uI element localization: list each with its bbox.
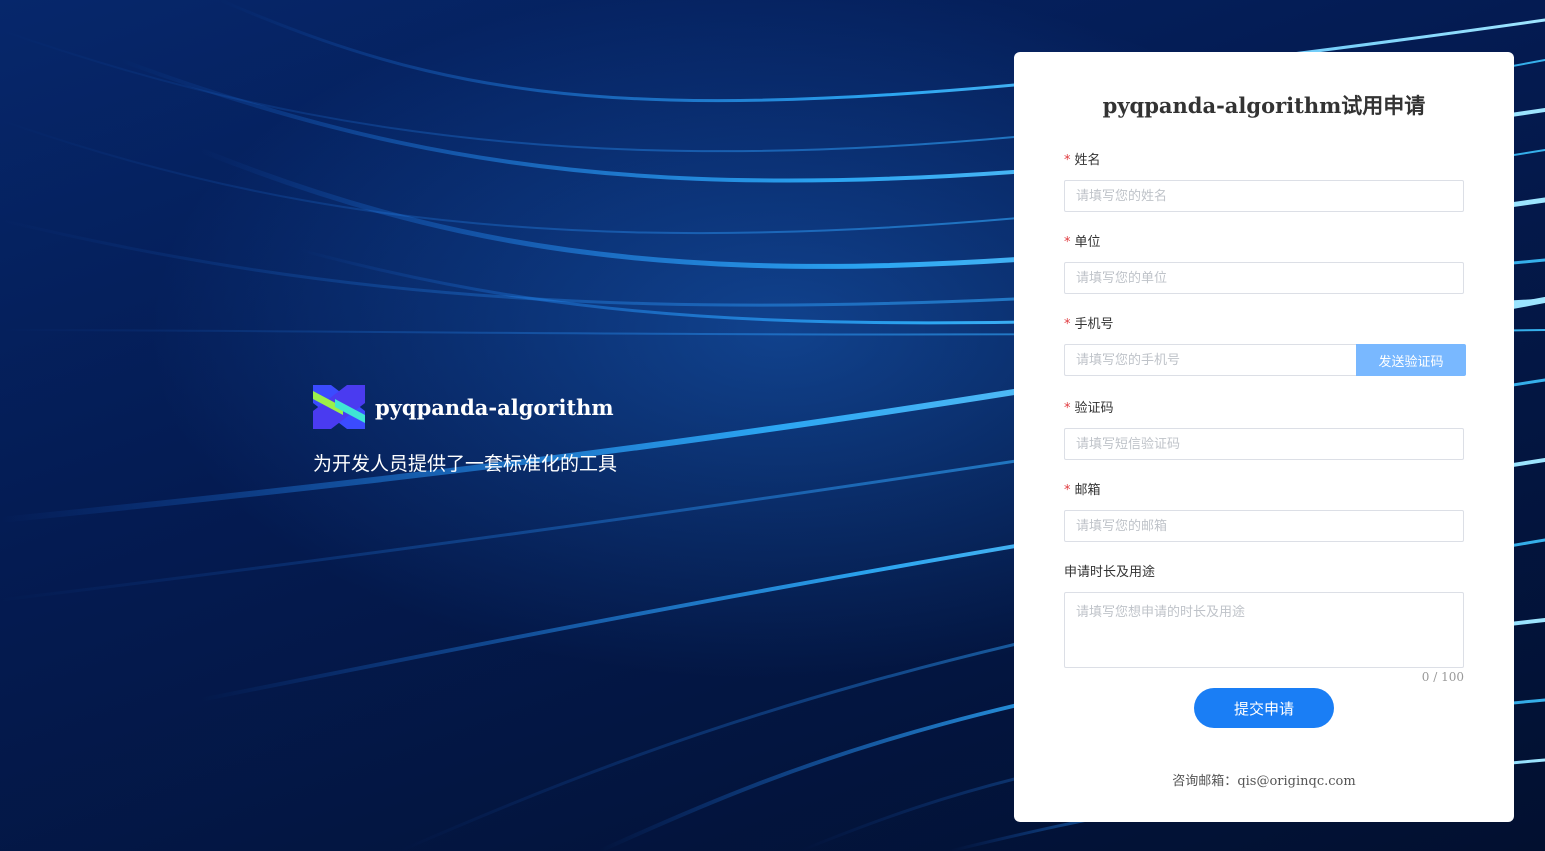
form-title: pyqpanda-algorithm试用申请 — [1102, 93, 1426, 118]
submit-button[interactable]: 提交申请 — [1194, 688, 1334, 728]
code-label: * 验证码 — [1064, 401, 1114, 416]
org-input[interactable] — [1064, 262, 1464, 294]
org-label: * 单位 — [1064, 235, 1101, 250]
phone-field: *手机号 发送验证码 — [1064, 316, 1466, 376]
required-mark: * — [1064, 401, 1071, 416]
purpose-label: 申请时长及用途 — [1064, 565, 1156, 580]
contact-email: qis@originqc.com — [1237, 774, 1356, 789]
phone-input[interactable] — [1064, 344, 1356, 376]
contact-info: 咨询邮箱：qis@originqc.com — [1014, 770, 1514, 789]
contact-prefix: 咨询邮箱： — [1172, 774, 1238, 789]
brand-logo-icon — [313, 385, 365, 429]
char-counter: 0 / 100 — [1421, 670, 1464, 684]
code-input[interactable] — [1064, 428, 1464, 460]
required-mark: * — [1064, 153, 1071, 168]
brand-tagline: 为开发人员提供了一套标准化的工具 — [313, 453, 618, 475]
name-label: * 姓名 — [1064, 153, 1101, 168]
required-mark: * — [1064, 317, 1071, 332]
purpose-textarea[interactable] — [1064, 592, 1464, 668]
name-field: * 姓名 — [1064, 152, 1464, 212]
code-field: * 验证码 — [1064, 400, 1464, 460]
brand-block: pyqpanda-algorithm 为开发人员提供了一套标准化的工具 — [313, 385, 617, 476]
email-label: * 邮箱 — [1064, 483, 1101, 498]
application-form-card: pyqpanda-algorithm试用申请 *姓名 *单位 *手机号 发送验证… — [1014, 52, 1514, 822]
send-code-button[interactable]: 发送验证码 — [1356, 344, 1466, 376]
phone-label: * 手机号 — [1064, 317, 1114, 332]
purpose-field: 申请时长及用途 0 / 100 — [1064, 564, 1464, 684]
brand-name: pyqpanda-algorithm — [375, 394, 614, 420]
required-mark: * — [1064, 235, 1071, 250]
email-input[interactable] — [1064, 510, 1464, 542]
required-mark: * — [1064, 483, 1071, 498]
name-input[interactable] — [1064, 180, 1464, 212]
email-field: * 邮箱 — [1064, 482, 1464, 542]
org-field: * 单位 — [1064, 234, 1464, 294]
